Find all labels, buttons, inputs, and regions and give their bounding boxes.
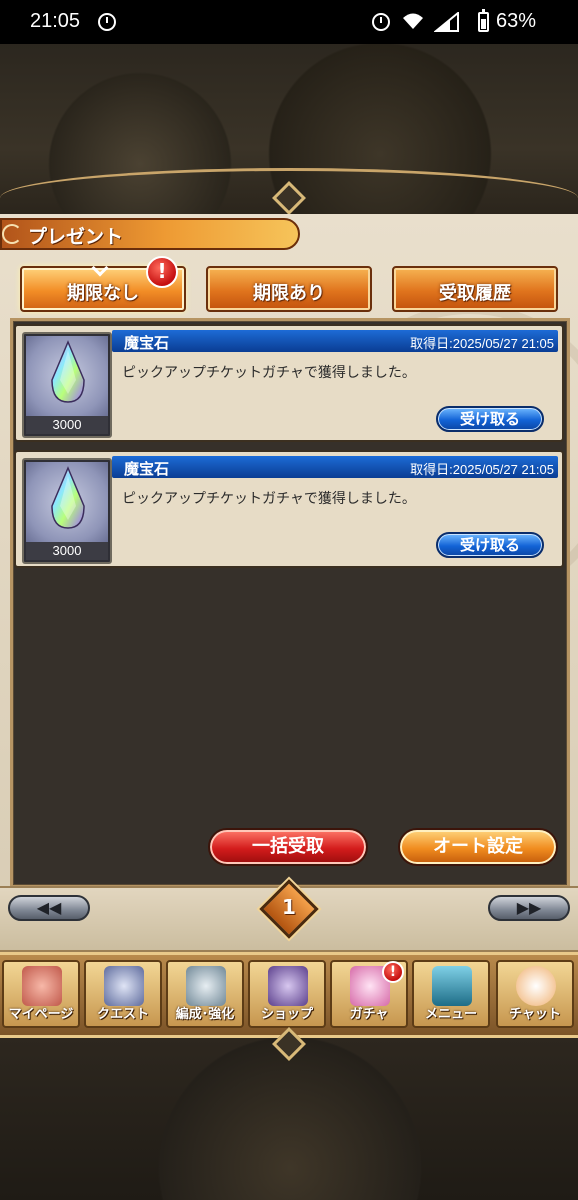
item-date: 取得日:2025/05/27 21:05 <box>410 336 554 351</box>
nav-menu[interactable]: メニュー <box>412 960 490 1028</box>
battery-level: 63% <box>496 10 537 32</box>
party-icon <box>186 966 226 1006</box>
magic-gem-icon <box>51 340 85 403</box>
status-time: 21:05 <box>30 10 81 32</box>
wifi-icon <box>403 13 423 29</box>
receive-all-button[interactable]: 一括受取 <box>208 828 368 866</box>
item-count: 3000 <box>26 542 108 560</box>
alert-badge: ! <box>382 961 404 983</box>
item-thumbnail[interactable]: 3000 <box>22 458 112 564</box>
nav-chat[interactable]: チャット <box>496 960 574 1028</box>
tab-with-expiry[interactable]: 期限あり <box>206 266 372 312</box>
status-bar: 21:05 63% <box>0 0 578 44</box>
magic-gem-icon <box>51 466 85 529</box>
battery-icon <box>478 9 489 32</box>
list-item: 3000 魔宝石 取得日:2025/05/27 21:05 ピックアップチケット… <box>14 324 564 442</box>
chat-icon <box>516 966 556 1006</box>
background-bottom <box>0 1038 578 1200</box>
nav-mypage[interactable]: マイページ <box>2 960 80 1028</box>
auto-settings-button[interactable]: オート設定 <box>398 828 558 866</box>
nav-quest[interactable]: クエスト <box>84 960 162 1028</box>
page-title: プレゼント <box>28 226 124 248</box>
prev-page-button[interactable]: ◀◀ <box>8 895 90 921</box>
nav-shop[interactable]: ショップ <box>248 960 326 1028</box>
list-item: 3000 魔宝石 取得日:2025/05/27 21:05 ピックアップチケット… <box>14 450 564 568</box>
quest-icon <box>104 966 144 1006</box>
signal-icon <box>434 12 459 32</box>
tab-label: 期限あり <box>253 283 325 304</box>
next-page-button[interactable]: ▶▶ <box>488 895 570 921</box>
item-thumbnail[interactable]: 3000 <box>22 332 112 438</box>
alarm-icon <box>372 13 390 31</box>
receive-button[interactable]: 受け取る <box>436 406 544 432</box>
shop-icon <box>268 966 308 1006</box>
page-number: 1 <box>282 895 296 919</box>
item-name: 魔宝石 <box>124 460 170 478</box>
tab-label: 受取履歴 <box>439 283 511 304</box>
alarm-icon <box>98 13 116 31</box>
scroll-icon <box>2 224 22 244</box>
tab-receive-history[interactable]: 受取履歴 <box>392 266 558 312</box>
menu-icon <box>432 966 472 1006</box>
item-date: 取得日:2025/05/27 21:05 <box>410 462 554 477</box>
alert-badge: ! <box>146 256 178 288</box>
item-description: ピックアップチケットガチャで獲得しました。 <box>122 365 416 381</box>
item-count: 3000 <box>26 416 108 434</box>
mypage-icon <box>22 966 62 1006</box>
item-description: ピックアップチケットガチャで獲得しました。 <box>122 491 416 507</box>
item-name: 魔宝石 <box>124 334 170 352</box>
nav-party[interactable]: 編成･強化 <box>166 960 244 1028</box>
receive-button[interactable]: 受け取る <box>436 532 544 558</box>
